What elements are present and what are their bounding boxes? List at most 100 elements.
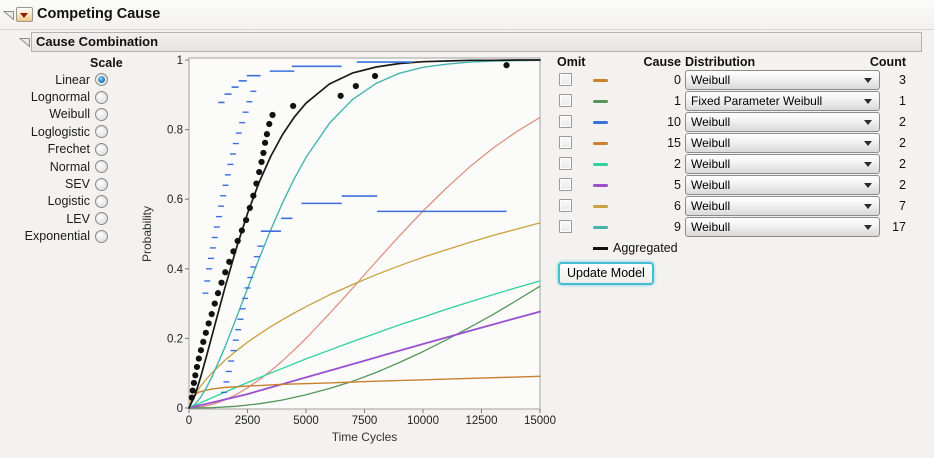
scale-option-logistic[interactable]: Logistic <box>0 193 112 210</box>
omit-checkbox[interactable] <box>559 136 572 149</box>
dropdown-value: Weibull <box>691 178 731 192</box>
data-point-dot <box>256 168 263 176</box>
data-point-dot <box>266 120 273 128</box>
dropdown-value: Fixed Parameter Weibull <box>691 94 823 108</box>
data-point-dot <box>226 258 233 265</box>
data-point-dot <box>352 83 359 90</box>
radio-sev[interactable] <box>95 177 108 191</box>
omit-checkbox[interactable] <box>559 73 572 86</box>
scale-option-label: Logistic <box>47 194 90 209</box>
distribution-dropdown[interactable]: Weibull <box>685 217 880 237</box>
omit-checkbox[interactable] <box>559 178 572 191</box>
scale-option-label: Loglogistic <box>30 124 90 139</box>
y-tick-label: 1 <box>177 55 183 67</box>
red-triangle-menu-icon[interactable] <box>16 7 33 22</box>
data-point-dot <box>200 338 207 345</box>
radio-lev[interactable] <box>95 212 108 226</box>
radio-linear[interactable] <box>95 73 108 87</box>
cause-row: 15 Weibull 2 <box>557 133 922 153</box>
data-point-dot <box>371 72 379 80</box>
scale-option-label: Normal <box>49 159 90 174</box>
data-point-dot <box>214 290 222 297</box>
probability-plot: 0 0.2 0.4 0.6 0.8 1 0 2500 5000 7500 10000 12500 150… <box>138 48 568 458</box>
data-point-dot <box>238 227 245 234</box>
data-point-dot <box>208 310 215 318</box>
dropdown-value: Weibull <box>691 115 731 129</box>
data-point-dot <box>218 279 225 286</box>
scale-option-label: Weibull <box>49 107 90 122</box>
radio-loglogistic[interactable] <box>95 125 108 139</box>
scale-options: Linear Lognormal Weibull Loglogistic Frechet… <box>0 71 112 245</box>
column-header-cause: Cause <box>643 55 681 69</box>
scale-option-label: Frechet <box>47 142 90 157</box>
distribution-dropdown[interactable]: Weibull <box>685 70 880 90</box>
scale-option-label: SEV <box>64 177 90 192</box>
omit-checkbox[interactable] <box>559 157 572 170</box>
data-point-dot <box>193 363 201 371</box>
cause-line-swatch <box>593 226 608 229</box>
omit-checkbox[interactable] <box>559 94 572 107</box>
scale-option-lognormal[interactable]: Lognormal <box>0 88 112 105</box>
radio-weibull[interactable] <box>95 107 108 121</box>
scale-option-linear[interactable]: Linear <box>0 71 112 88</box>
scale-panel-title: Scale <box>90 56 123 70</box>
scale-option-lev[interactable]: LEV <box>0 210 112 227</box>
distribution-dropdown[interactable]: Weibull <box>685 175 880 195</box>
dropdown-value: Weibull <box>691 220 731 234</box>
data-point-dot <box>246 204 253 211</box>
x-axis-title: Time Cycles <box>332 430 398 444</box>
radio-logistic[interactable] <box>95 194 108 208</box>
data-point-dot <box>261 139 269 146</box>
dropdown-value: Weibull <box>691 73 731 87</box>
cause-value: 1 <box>674 94 681 108</box>
data-point-dot <box>211 300 218 307</box>
omit-checkbox[interactable] <box>559 199 572 212</box>
cause-value: 9 <box>674 220 681 234</box>
scale-option-loglogistic[interactable]: Loglogistic <box>0 123 112 140</box>
column-header-omit: Omit <box>557 55 586 69</box>
data-point-dot <box>242 216 250 224</box>
omit-checkbox[interactable] <box>559 220 572 233</box>
distribution-dropdown[interactable]: Weibull <box>685 154 880 174</box>
update-model-button[interactable]: Update Model <box>558 262 654 285</box>
radio-frechet[interactable] <box>95 142 108 156</box>
count-value: 7 <box>899 199 906 213</box>
count-value: 2 <box>899 115 906 129</box>
cause-value: 5 <box>674 178 681 192</box>
omit-checkbox[interactable] <box>559 115 572 128</box>
distribution-dropdown[interactable]: Fixed Parameter Weibull <box>685 91 880 111</box>
count-value: 2 <box>899 157 906 171</box>
cause-value: 10 <box>667 115 681 129</box>
scale-option-sev[interactable]: SEV <box>0 175 112 192</box>
radio-exponential[interactable] <box>95 229 108 243</box>
x-tick-label: 2500 <box>235 415 261 427</box>
y-tick-label: 0.8 <box>167 125 183 137</box>
cause-value: 6 <box>674 199 681 213</box>
x-tick-label: 7500 <box>352 415 378 427</box>
cause-row: 9 Weibull 17 <box>557 217 922 237</box>
x-tick-label: 15000 <box>524 415 556 427</box>
plot-svg: 0 0.2 0.4 0.6 0.8 1 0 2500 5000 7500 10000 12500 150… <box>140 55 556 444</box>
radio-lognormal[interactable] <box>95 90 108 104</box>
data-point-dot <box>192 372 199 379</box>
disclosure-triangle-icon[interactable] <box>19 36 31 48</box>
disclosure-triangle-icon[interactable] <box>3 9 15 21</box>
data-point-dot <box>222 269 229 276</box>
cause-value: 15 <box>667 136 681 150</box>
scale-option-frechet[interactable]: Frechet <box>0 141 112 158</box>
scale-option-normal[interactable]: Normal <box>0 158 112 175</box>
x-tick-label: 5000 <box>293 415 319 427</box>
radio-normal[interactable] <box>95 160 108 174</box>
y-tick-label: 0.2 <box>167 333 183 345</box>
data-point-dot <box>260 149 267 157</box>
cause-table: Omit Cause Distribution Count 0 Weibull 3 1… <box>557 55 922 295</box>
data-point-dot <box>503 62 510 69</box>
cause-line-swatch <box>593 121 608 124</box>
distribution-dropdown[interactable]: Weibull <box>685 112 880 132</box>
distribution-dropdown[interactable]: Weibull <box>685 196 880 216</box>
scale-option-exponential[interactable]: Exponential <box>0 228 112 245</box>
distribution-dropdown[interactable]: Weibull <box>685 133 880 153</box>
scale-option-weibull[interactable]: Weibull <box>0 106 112 123</box>
x-tick-label: 0 <box>186 415 192 427</box>
dropdown-value: Weibull <box>691 199 731 213</box>
